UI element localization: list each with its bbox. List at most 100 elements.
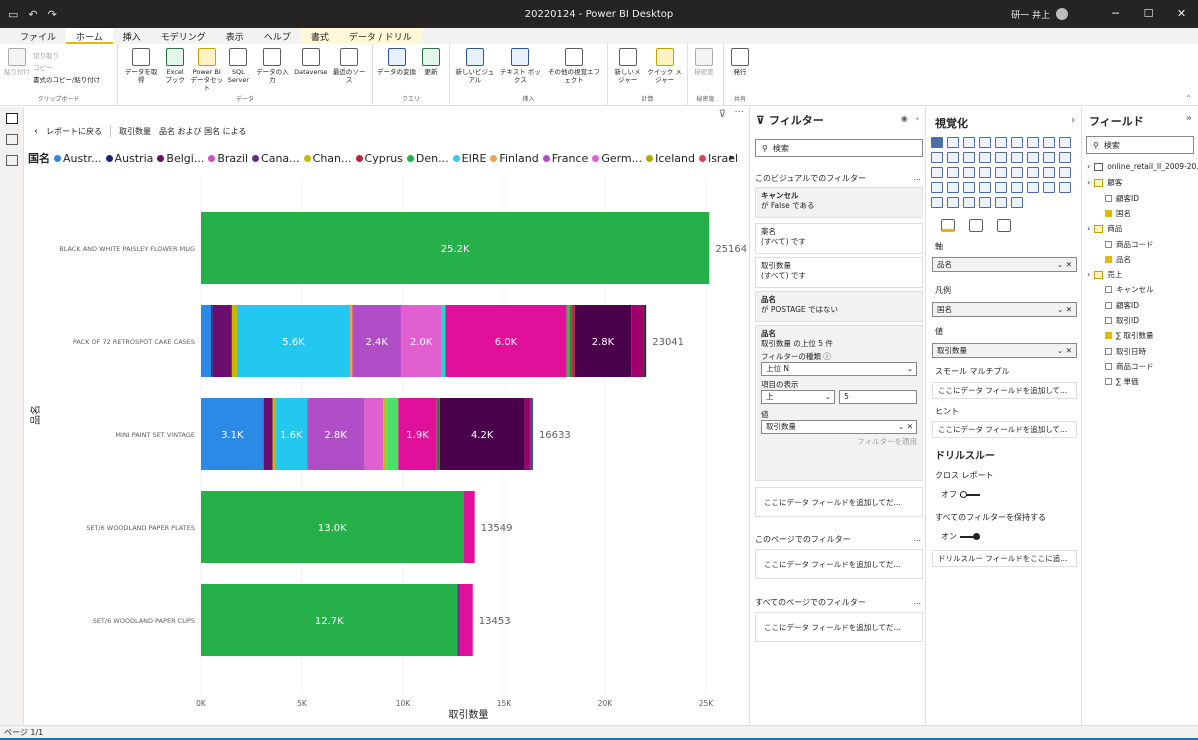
visual-type-icon[interactable] — [995, 137, 1007, 148]
drillthrough-drop[interactable]: ドリルスルー フィールドをここに追... — [932, 550, 1077, 567]
menu-file[interactable]: ファイル — [10, 28, 66, 44]
field-table[interactable]: › 売上 — [1087, 269, 1122, 280]
field-checkbox[interactable] — [1105, 347, 1112, 355]
visual-add-field-drop[interactable]: ここにデータ フィールドを追加してだ... — [755, 487, 923, 517]
small-multiples-drop[interactable]: ここにデータ フィールドを追加して... — [932, 382, 1077, 399]
expand-icon[interactable]: › — [1087, 162, 1090, 171]
visual-type-icon[interactable] — [979, 197, 991, 208]
maximize-icon[interactable]: ☐ — [1132, 0, 1165, 28]
visual-type-icon[interactable] — [1011, 137, 1023, 148]
menu-modeling[interactable]: モデリング — [151, 28, 216, 44]
chevron-x-icon[interactable]: ⌄ ✕ — [1057, 305, 1072, 314]
visual-type-icon[interactable] — [1027, 152, 1039, 163]
field-item[interactable]: ∑ 単価 — [1105, 376, 1138, 387]
visual-type-icon[interactable] — [1059, 182, 1071, 193]
cross-report-toggle[interactable]: オフ — [941, 489, 980, 500]
field-item[interactable]: ∑ 取引数量 — [1105, 330, 1153, 341]
visual-type-icon[interactable] — [1011, 182, 1023, 193]
all-pages-filters-more-icon[interactable]: ... — [913, 597, 921, 608]
filter-card-quantity[interactable]: 取引数量 (すべて) です — [755, 257, 923, 288]
bar-segment[interactable] — [211, 305, 213, 377]
fields-tab-icon[interactable] — [941, 219, 955, 232]
visual-type-icon[interactable] — [979, 182, 991, 193]
copy-button[interactable]: コピー — [33, 62, 100, 72]
bar-segment[interactable] — [459, 584, 473, 656]
visual-type-icon[interactable] — [931, 152, 943, 163]
paste-button[interactable]: 貼り付け — [4, 46, 30, 94]
menu-view[interactable]: 表示 — [216, 28, 254, 44]
visual-type-icon[interactable] — [1011, 167, 1023, 178]
excel-button[interactable]: Excel ブック — [163, 46, 187, 94]
page-add-field-drop[interactable]: ここにデータ フィールドを追加してだ... — [755, 549, 923, 579]
visual-type-icon[interactable] — [931, 167, 943, 178]
visual-type-icon[interactable] — [947, 152, 959, 163]
field-checkbox[interactable] — [1105, 240, 1112, 248]
filter-card-topn[interactable]: 品名 取引数量 の上位 5 件 フィルターの種類 ⓘ 上位 N ⌄ 項目の表示 上… — [755, 325, 923, 481]
sql-server-button[interactable]: SQL Server — [226, 46, 250, 94]
by-value-field[interactable]: 取引数量 ⌄ ✕ — [761, 420, 917, 434]
visual-type-icon[interactable] — [1059, 152, 1071, 163]
chevron-x-icon[interactable]: ⌄ ✕ — [1057, 260, 1072, 269]
field-checkbox[interactable] — [1105, 332, 1112, 340]
visual-type-icon[interactable] — [963, 152, 975, 163]
visual-type-icon[interactable] — [1027, 182, 1039, 193]
visual-type-icon[interactable] — [1043, 182, 1055, 193]
visual-type-icon[interactable] — [947, 137, 959, 148]
visual-type-icon[interactable] — [1011, 197, 1023, 208]
apply-filter-button[interactable]: フィルターを適用 — [761, 437, 917, 447]
bar-segment[interactable] — [364, 398, 384, 470]
dataverse-button[interactable]: Dataverse — [294, 46, 328, 94]
filter-card-cancel[interactable]: キャンセルが False である — [755, 187, 923, 218]
format-tab-icon[interactable] — [969, 219, 983, 232]
get-data-button[interactable]: データを取得 — [122, 46, 160, 94]
filter-type-select[interactable]: 上位 N ⌄ — [761, 362, 917, 376]
visual-type-icon[interactable] — [1027, 137, 1039, 148]
bar-segment[interactable] — [566, 305, 570, 377]
field-item[interactable]: 国名 — [1105, 208, 1131, 219]
visual-type-icon[interactable] — [963, 197, 975, 208]
collapse-fields-icon[interactable]: » — [1186, 113, 1192, 124]
field-item[interactable]: 顧客ID — [1105, 300, 1139, 311]
user-account[interactable]: 研一 井上 — [1011, 8, 1068, 21]
fields-search-input[interactable]: ⚲ 検索 — [1086, 136, 1194, 154]
menu-home[interactable]: ホーム — [66, 28, 113, 44]
visual-type-icon[interactable] — [1011, 152, 1023, 163]
bar-segment[interactable] — [463, 491, 475, 563]
field-item[interactable]: 品名 — [1105, 254, 1131, 265]
menu-data-drill[interactable]: データ / ドリル — [338, 28, 422, 44]
data-view-icon[interactable] — [5, 134, 18, 145]
collapse-filters-icon[interactable]: › — [916, 114, 919, 123]
visual-type-icon[interactable] — [931, 137, 943, 148]
all-pages-add-field-drop[interactable]: ここにデータ フィールドを追加してだ... — [755, 612, 923, 642]
visual-type-icon[interactable] — [963, 137, 975, 148]
field-checkbox[interactable] — [1105, 317, 1112, 324]
field-table[interactable]: › 顧客 — [1087, 177, 1122, 188]
expand-icon[interactable]: › — [1087, 178, 1090, 187]
transform-data-button[interactable]: データの変換 — [377, 46, 416, 94]
expand-icon[interactable]: › — [1087, 270, 1090, 279]
visual-type-icon[interactable] — [995, 182, 1007, 193]
visual-type-icon[interactable] — [979, 152, 991, 163]
field-checkbox[interactable] — [1105, 378, 1112, 386]
expand-icon[interactable]: › — [1087, 224, 1090, 233]
menu-format[interactable]: 書式 — [300, 28, 339, 44]
chevron-x-icon[interactable]: ⌄ ✕ — [898, 422, 913, 432]
visual-type-icon[interactable] — [1043, 137, 1055, 148]
bar-segment[interactable] — [441, 305, 446, 377]
sensitivity-button[interactable]: 秘密度 — [692, 46, 716, 94]
format-painter-button[interactable]: 書式のコピー/貼り付け — [33, 74, 100, 84]
value-well[interactable]: 取引数量 ⌄ ✕ — [932, 343, 1077, 358]
visual-type-icon[interactable] — [979, 137, 991, 148]
visual-type-icon[interactable] — [947, 182, 959, 193]
save-icon[interactable]: ▭ — [8, 8, 18, 21]
field-item[interactable]: 取引日時 — [1105, 346, 1146, 357]
visual-type-icon[interactable] — [1043, 167, 1055, 178]
field-checkbox[interactable] — [1105, 286, 1112, 294]
bar-segment[interactable] — [212, 305, 232, 377]
textbox-button[interactable]: テキスト ボックス — [499, 46, 542, 94]
visual-type-icon[interactable] — [931, 182, 943, 193]
bar-segment[interactable] — [571, 305, 575, 377]
filter-card-drug[interactable]: 薬名 (すべて) です — [755, 223, 923, 254]
bar-segment[interactable] — [631, 305, 644, 377]
visual-type-icon[interactable] — [963, 167, 975, 178]
